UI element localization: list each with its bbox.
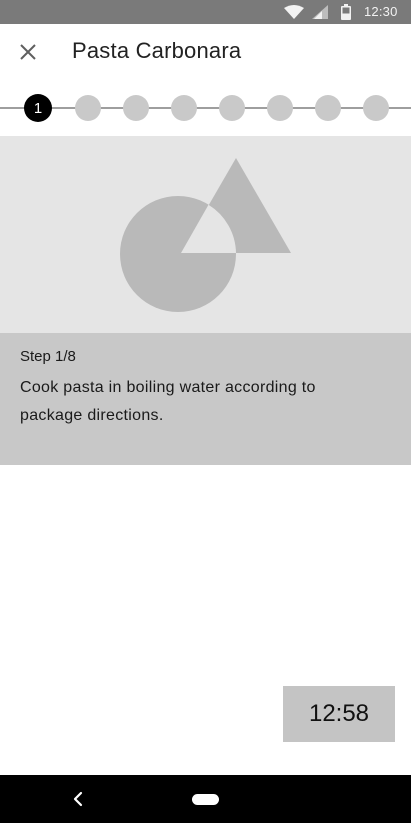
close-icon xyxy=(20,44,36,60)
step-instruction: Cook pasta in boiling water according to… xyxy=(20,379,316,424)
step-dot-8[interactable] xyxy=(363,95,389,121)
step-dot-1[interactable]: 1 xyxy=(24,94,52,122)
app-bar: Pasta Carbonara xyxy=(0,24,411,80)
status-bar: 12:30 xyxy=(0,0,411,24)
step-dot-2[interactable] xyxy=(75,95,101,121)
timer-button[interactable]: 12:58 xyxy=(283,686,395,742)
wifi-icon xyxy=(284,5,304,19)
step-dot-7[interactable] xyxy=(315,95,341,121)
step-progress-indicator: 1 xyxy=(0,90,411,126)
step-info-panel: Step 1/8 Cook pasta in boiling water acc… xyxy=(0,333,411,465)
system-nav-bar xyxy=(0,775,411,823)
step-dot-number: 1 xyxy=(33,99,43,117)
close-button[interactable] xyxy=(16,40,40,64)
step-dot-5[interactable] xyxy=(219,95,245,121)
step-dot-4[interactable] xyxy=(171,95,197,121)
back-icon[interactable] xyxy=(68,789,88,809)
battery-icon xyxy=(341,4,351,20)
signal-icon xyxy=(312,5,328,19)
stepper-track xyxy=(0,107,411,109)
step-dot-3[interactable] xyxy=(123,95,149,121)
home-pill-icon[interactable] xyxy=(192,794,219,805)
step-counter: Step 1/8 xyxy=(20,348,76,365)
step-media xyxy=(0,136,411,333)
step-dot-6[interactable] xyxy=(267,95,293,121)
page-title: Pasta Carbonara xyxy=(72,38,242,63)
timer-value: 12:58 xyxy=(308,700,370,727)
status-time: 12:30 xyxy=(364,4,398,19)
recipe-step-screen: 12:30 Pasta Carbonara 1 Step 1/8 Cook pa… xyxy=(0,0,411,823)
image-placeholder-icon xyxy=(120,158,291,312)
